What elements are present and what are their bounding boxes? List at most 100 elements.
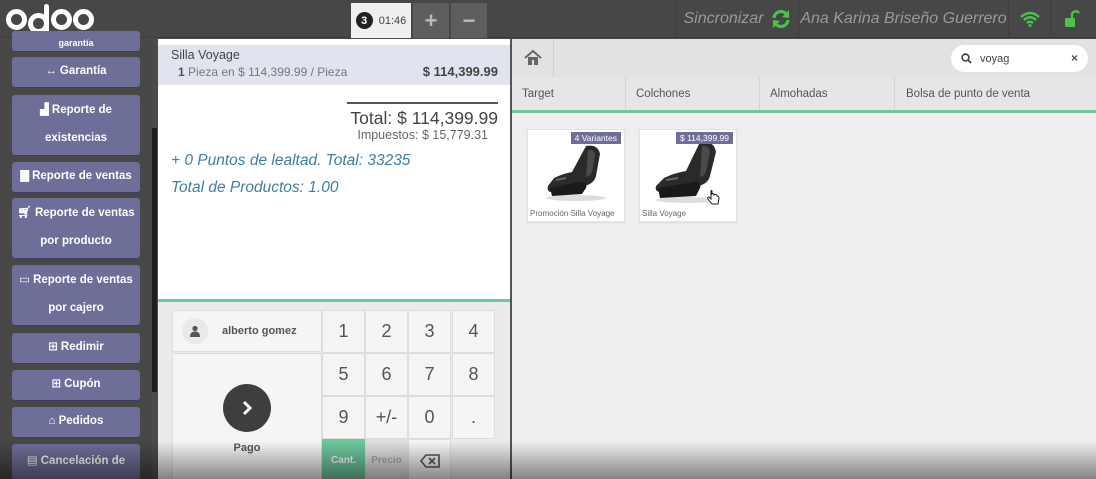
cashier-name[interactable]: Ana Karina Briseño Guerrero xyxy=(798,0,1008,38)
button-label-line2: por cajero xyxy=(48,302,104,315)
category-target[interactable]: Target xyxy=(512,77,626,110)
cancellation-button[interactable]: ▤ Cancelación de xyxy=(12,444,140,479)
delete-order-button[interactable]: − xyxy=(451,3,487,38)
category-bolsa[interactable]: Bolsa de punto de venta xyxy=(895,77,1096,110)
customer-name: alberto gomez xyxy=(222,325,297,337)
orderline-price: $ 114,399.99 xyxy=(422,64,498,79)
mode-price-button[interactable]: Precio xyxy=(365,439,408,479)
orders-button[interactable]: ⌂ Pedidos xyxy=(12,407,140,437)
wifi-icon xyxy=(1019,11,1040,27)
chevron-right-icon xyxy=(223,384,271,432)
orderline-qty: 1 xyxy=(178,65,185,79)
redeem-button[interactable]: ⊞ Redimir xyxy=(12,333,140,363)
set-customer-button[interactable]: alberto gomez xyxy=(172,310,322,352)
cart-icon: 🛒︎ xyxy=(17,207,32,220)
category-colchones[interactable]: Colchones xyxy=(626,77,760,110)
top-bar: 3 01:46 + − Sincronizar Ana Karina Brise… xyxy=(0,0,1096,38)
label-text: Reporte de xyxy=(51,104,112,117)
warranty-button[interactable]: ↔ Garantía xyxy=(12,57,140,87)
numpad-key-8[interactable]: 8 xyxy=(452,353,495,396)
breadcrumb-bar: × xyxy=(512,39,1096,77)
order-time: 01:46 xyxy=(378,14,407,27)
button-label: Garantía xyxy=(59,65,107,78)
bar-chart-icon: ▟ xyxy=(40,104,49,117)
numpad-key-1[interactable]: 1 xyxy=(322,310,365,353)
clear-search-icon[interactable]: × xyxy=(1071,51,1078,65)
product-name: Promoción Silla Voyage xyxy=(530,209,615,218)
product-card[interactable]: 4 Variantes Promoción Silla Voyage xyxy=(527,129,625,222)
refresh-icon xyxy=(771,9,790,29)
lock-status[interactable] xyxy=(1050,0,1092,38)
product-name: Silla Voyage xyxy=(642,209,687,218)
button-label: garantía xyxy=(58,38,94,49)
product-card[interactable]: $ 114,399.99 Silla Voyage xyxy=(639,129,737,222)
orderline-product-name: Silla Voyage xyxy=(171,48,240,62)
button-label: Redimir xyxy=(60,341,104,354)
button-label: Reporte de ventas xyxy=(32,170,132,183)
hand-cursor-icon xyxy=(707,190,720,205)
order-taxes: Impuestos: $ 15,779.31 xyxy=(357,128,488,142)
numpad-key-dot[interactable]: . xyxy=(452,396,495,439)
numpad-key-9[interactable]: 9 xyxy=(322,396,365,439)
sidebar-scrollbar[interactable] xyxy=(152,128,157,392)
orderline-info: 1 Pieza en $ 114,399.99 / Pieza xyxy=(178,65,347,79)
gift-icon: ⊞ xyxy=(48,341,58,354)
sales-by-cashier-button[interactable]: ▭ Reporte de ventas por cajero xyxy=(12,265,140,325)
bank-icon: ⌂ xyxy=(48,415,56,428)
control-buttons-sidebar: garantía ↔ Garantía ▟ Reporte de existenc… xyxy=(0,31,152,479)
button-label-line1: ▭ Reporte de ventas xyxy=(16,274,136,288)
numpad-key-3[interactable]: 3 xyxy=(408,310,451,353)
numpad-key-0[interactable]: 0 xyxy=(408,396,451,439)
credit-card-icon: ▭ xyxy=(19,274,31,287)
numpad-key-plus-minus[interactable]: +/- xyxy=(365,396,408,439)
category-almohadas[interactable]: Almohadas xyxy=(760,77,895,110)
numpad-key-5[interactable]: 5 xyxy=(322,353,365,396)
total-products: Total de Productos: 1.00 xyxy=(171,179,339,196)
gift-icon: ⊞ xyxy=(51,378,62,391)
orderline-unit-text: Pieza en $ 114,399.99 / Pieza xyxy=(188,65,348,79)
button-label-line2: por producto xyxy=(40,235,112,248)
order-number-badge: 3 xyxy=(355,12,373,29)
button-label: Pedidos xyxy=(58,415,104,428)
swap-arrows-icon: ↔ xyxy=(45,65,57,78)
sales-report-button[interactable]: ▇ Reporte de ventas xyxy=(12,162,140,192)
label-text: Reporte de ventas xyxy=(34,207,135,220)
variants-badge: 4 Variantes xyxy=(570,132,621,144)
book-icon: ▇ xyxy=(20,170,30,183)
search-input[interactable] xyxy=(980,52,1060,65)
sync-button[interactable]: Sincronizar xyxy=(676,0,798,38)
new-order-button[interactable]: + xyxy=(413,3,449,38)
order-tab[interactable]: 3 01:46 xyxy=(351,3,411,38)
table-icon: ▤ xyxy=(26,455,38,468)
warranty-button-top[interactable]: garantía xyxy=(12,31,140,51)
numpad-key-7[interactable]: 7 xyxy=(408,353,451,396)
stock-report-button[interactable]: ▟ Reporte de existencias xyxy=(12,95,140,155)
mode-quantity-button[interactable]: Cant. xyxy=(322,439,365,479)
payment-button[interactable]: Pago xyxy=(172,353,322,479)
button-label: Cancelación de xyxy=(40,455,126,468)
orderline-selected[interactable]: Silla Voyage 1 Pieza en $ 114,399.99 / P… xyxy=(158,45,510,85)
unlock-icon xyxy=(1064,10,1080,27)
button-label: Cupón xyxy=(64,378,101,391)
backspace-button[interactable] xyxy=(408,439,451,479)
payment-label: Pago xyxy=(233,442,261,454)
order-panel: Silla Voyage 1 Pieza en $ 114,399.99 / P… xyxy=(158,39,510,301)
numpad-key-6[interactable]: 6 xyxy=(365,353,408,396)
connection-status[interactable] xyxy=(1008,0,1050,38)
sync-label: Sincronizar xyxy=(683,10,764,27)
button-label-line1: 🛒︎ Reporte de ventas xyxy=(16,207,136,221)
category-bar: Target Colchones Almohadas Bolsa de punt… xyxy=(512,77,1096,113)
label-text: Reporte de ventas xyxy=(33,274,133,287)
home-category-button[interactable] xyxy=(512,39,554,77)
price-badge: $ 114,399.99 xyxy=(676,132,733,144)
order-total: Total: $ 114,399.99 xyxy=(350,108,498,128)
product-search[interactable]: × xyxy=(951,45,1088,72)
button-label-line1: ▟ Reporte de xyxy=(16,104,136,118)
numpad-key-2[interactable]: 2 xyxy=(365,310,408,353)
search-icon xyxy=(961,53,972,64)
coupon-button[interactable]: ⊞ Cupón xyxy=(12,370,140,400)
sales-by-product-button[interactable]: 🛒︎ Reporte de ventas por producto xyxy=(12,198,140,258)
numpad-key-4[interactable]: 4 xyxy=(452,310,495,353)
massage-chair-image xyxy=(546,145,606,201)
product-screen: × Target Colchones Almohadas Bolsa de pu… xyxy=(512,39,1096,479)
